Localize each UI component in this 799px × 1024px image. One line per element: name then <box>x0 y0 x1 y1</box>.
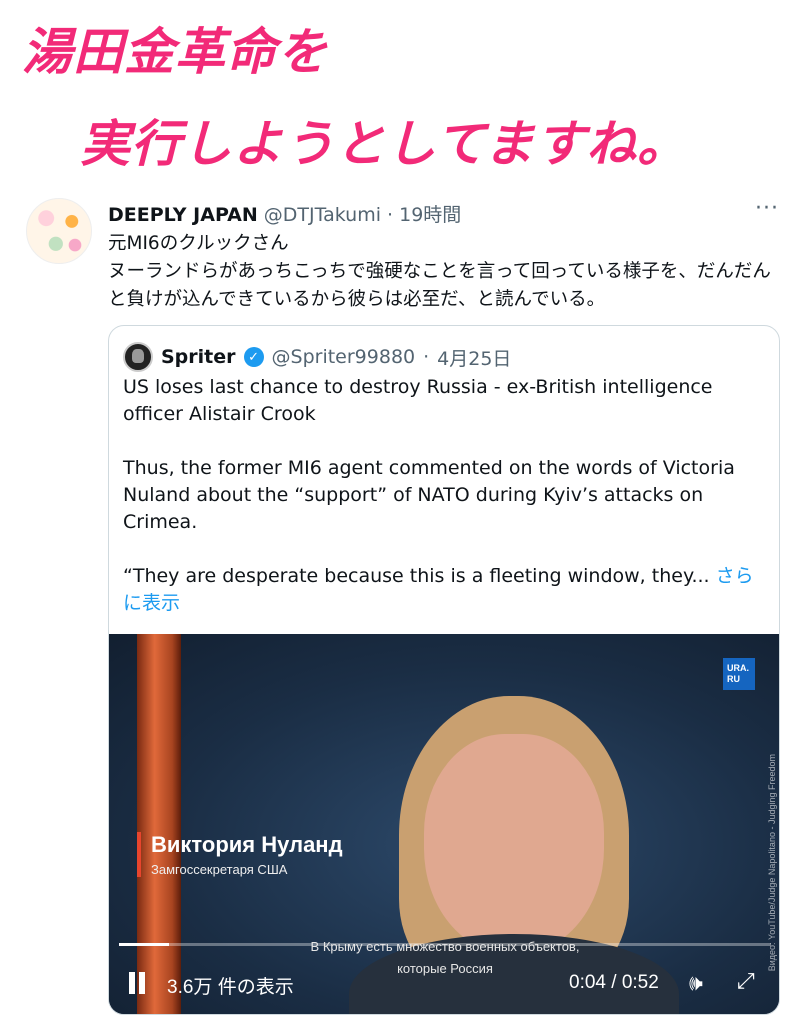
tweet-text-line-1: 元MI6のクルックさん <box>108 233 289 254</box>
video-time: 0:04 / 0:52 <box>569 972 659 993</box>
video-controls: 3.6万 件の表示 0:04 / 0:52 🕪 ⤢ <box>109 964 779 1004</box>
fullscreen-icon[interactable]: ⤢ <box>737 968 755 994</box>
quoted-tweet[interactable]: Spriter ✓ @Spriter99880 · 4月25日 US loses… <box>108 325 780 1015</box>
lower-third-name: Виктория Нуланд <box>151 832 343 857</box>
quoted-author-handle[interactable]: @Spriter99880 <box>272 346 416 368</box>
tweet-time[interactable]: 19時間 <box>399 204 461 226</box>
view-count: 3.6万 件の表示 <box>167 977 294 998</box>
quoted-paragraph-3-text: “They are desperate because this is a fl… <box>123 565 716 587</box>
pause-icon[interactable] <box>127 972 147 994</box>
quoted-paragraph-1: US loses last chance to destroy Russia -… <box>123 376 713 425</box>
lower-third: Виктория Нуланд Замгоссекретаря США <box>137 832 343 877</box>
author-handle-text[interactable]: @DTJTakumi <box>264 204 381 226</box>
meta-separator: · <box>381 204 400 226</box>
volume-icon[interactable]: 🕪 <box>689 970 703 996</box>
author-handle[interactable]: @DTJTakumi <box>264 204 381 226</box>
author-avatar[interactable] <box>26 198 92 264</box>
verified-badge-icon: ✓ <box>243 347 264 367</box>
caption-line-2: 実行しようとしてますね。 <box>80 115 688 173</box>
author-name[interactable]: DEEPLY JAPAN <box>108 204 258 226</box>
quoted-paragraph-3: “They are desperate because this is a fl… <box>123 563 769 617</box>
lower-third-title: Замгоссекретаря США <box>151 862 288 877</box>
quoted-tweet-text: US loses last chance to destroy Russia -… <box>123 374 769 644</box>
quoted-meta-separator: · <box>423 346 430 368</box>
ura-logo-text-2: RU <box>727 674 740 684</box>
tweet-text-line-2: ヌーランドらがあっちこっちで強硬なことを言って回っている様子を、だんだんと負けが… <box>108 261 771 310</box>
subtitle-line-1: В Крыму есть множество военных объектов, <box>310 939 580 954</box>
video-person-face <box>424 734 604 954</box>
tweet-text: 元MI6のクルックさん ヌーランドらがあっちこっちで強硬なことを言って回っている… <box>108 230 778 314</box>
quoted-date[interactable]: 4月25日 <box>437 344 511 371</box>
tweet-header: DEEPLY JAPAN @DTJTakumi · 19時間 <box>108 200 461 227</box>
caption-line-1: 湯田金革命を <box>22 23 328 81</box>
quoted-author-avatar[interactable] <box>123 342 153 372</box>
ura-logo-text-1: URA. <box>727 663 749 673</box>
quoted-paragraph-2: Thus, the former MI6 agent commented on … <box>123 457 735 533</box>
quoted-author-name[interactable]: Spriter <box>161 346 236 368</box>
more-options-icon[interactable]: ··· <box>755 196 779 221</box>
ura-ru-logo-icon: URA. RU <box>723 658 755 690</box>
quoted-tweet-header: Spriter ✓ @Spriter99880 · 4月25日 <box>123 342 511 372</box>
video-player[interactable]: URA. RU Виктория Нуланд Замгоссекретаря С… <box>109 634 779 1014</box>
